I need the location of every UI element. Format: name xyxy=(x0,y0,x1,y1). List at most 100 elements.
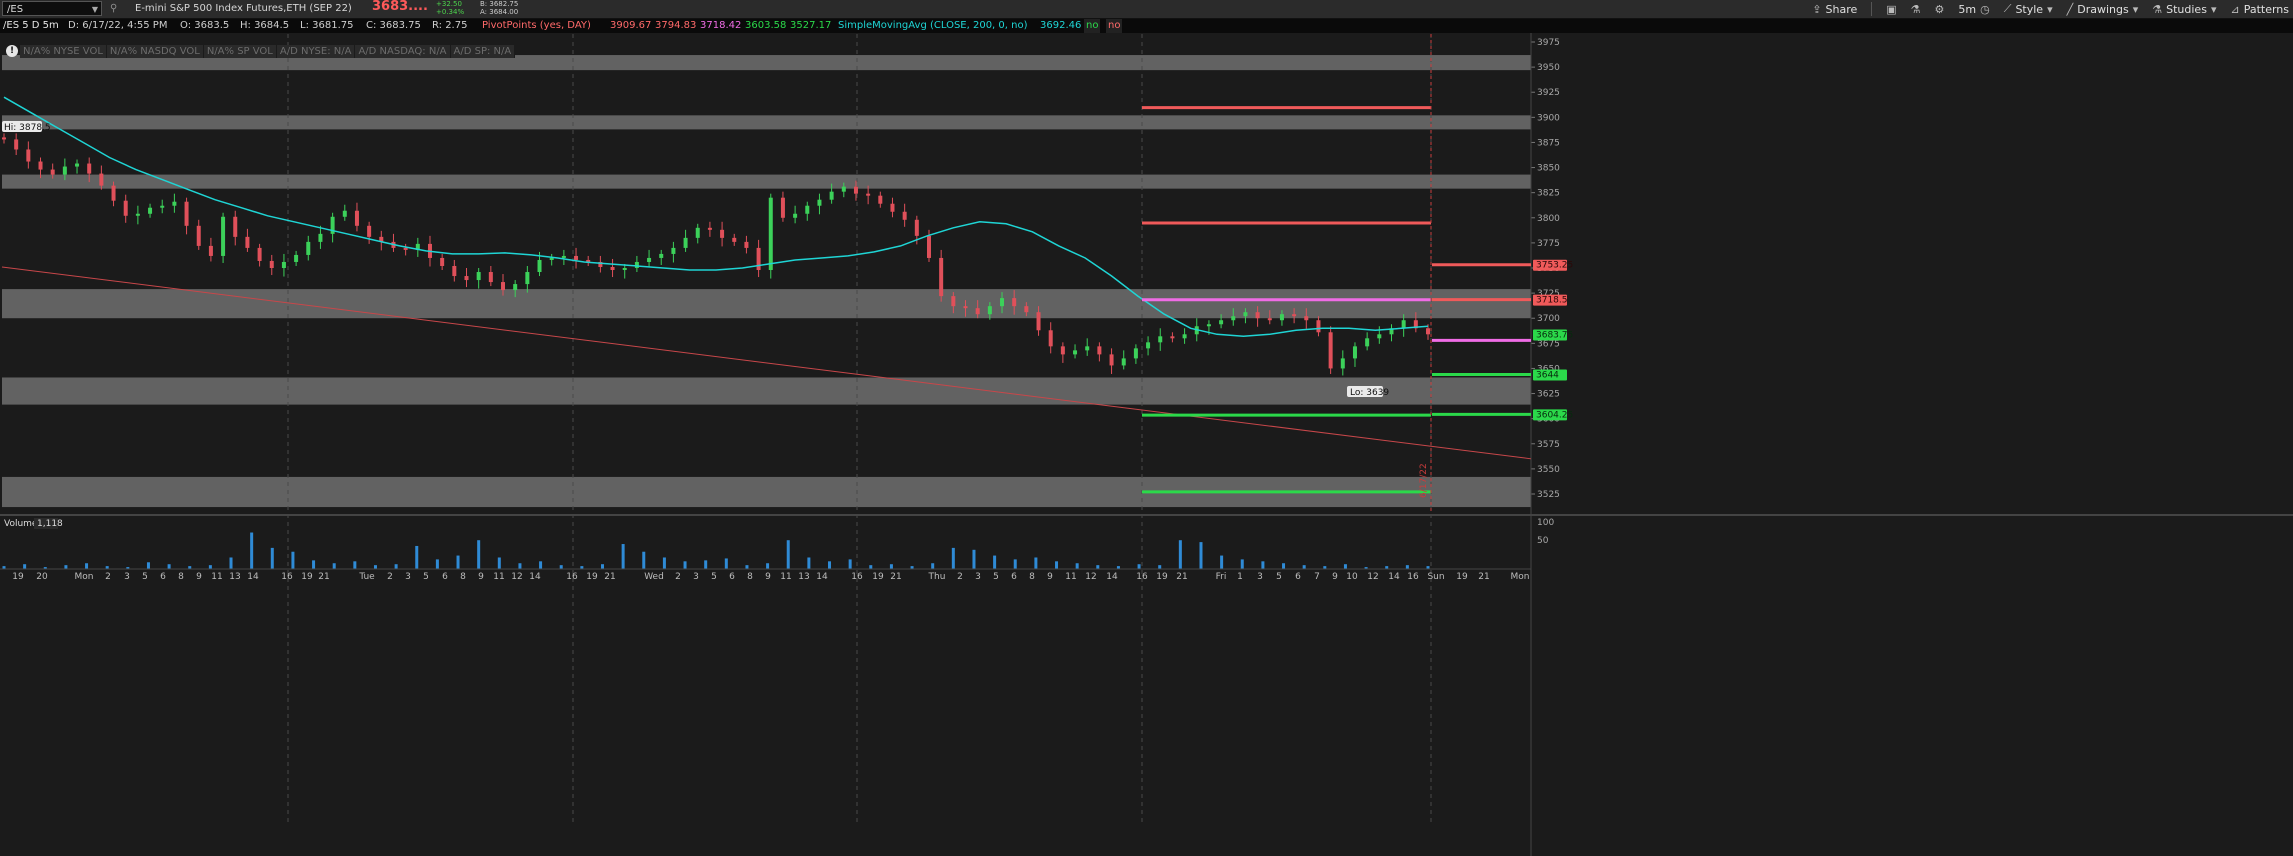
volume-bar xyxy=(1199,542,1203,569)
studies-button[interactable]: ⚗ Studies ▾ xyxy=(2152,3,2216,16)
candle-body xyxy=(257,247,262,261)
volume-bar xyxy=(146,562,150,569)
support-resistance-zone xyxy=(2,174,1531,189)
style-icon: ⟋ xyxy=(2003,2,2012,15)
layout-button[interactable]: ▣ xyxy=(1886,3,1896,16)
x-axis-tick-label: 9 xyxy=(1332,572,1338,582)
candle-body xyxy=(2,137,6,140)
x-axis-tick-label: 8 xyxy=(747,572,753,582)
x-axis-tick-label: 11 xyxy=(780,572,791,582)
hi-label: Hi: 3878.5 xyxy=(4,123,51,133)
x-axis-tick-label: 13 xyxy=(798,572,809,582)
volume-bar xyxy=(539,561,543,569)
volume-bar xyxy=(766,563,770,569)
candle-body xyxy=(1292,314,1297,317)
x-axis-tick-label: 21 xyxy=(1478,572,1489,582)
candle-body xyxy=(1133,348,1138,359)
style-button[interactable]: ⟋ Style ▾ xyxy=(2004,2,2053,16)
x-axis-tick-label: 2 xyxy=(675,572,681,582)
alert-icon[interactable]: ! xyxy=(6,45,18,57)
volume-bar xyxy=(1343,564,1347,569)
candle-body xyxy=(111,185,116,201)
candle-body xyxy=(647,257,652,262)
bar-high: H: 3684.5 xyxy=(240,20,290,31)
flask-button[interactable]: ⚗ xyxy=(1911,3,1921,16)
x-axis-tick-label: 9 xyxy=(1047,572,1053,582)
volume-bar xyxy=(807,557,811,569)
candle-body xyxy=(1340,358,1345,369)
candle-body xyxy=(1085,346,1090,351)
bid-ask: B: 3682.75 A: 3684.00 xyxy=(480,0,518,16)
candle-body xyxy=(233,216,238,237)
x-axis-tick-label: 6 xyxy=(1295,572,1301,582)
x-axis-tick-label: Thu xyxy=(928,572,946,582)
chart-info-strip: /ES 5 D 5m D: 6/17/22, 4:55 PM O: 3683.5… xyxy=(0,19,2293,33)
candle-body xyxy=(574,255,579,260)
candle-body xyxy=(75,163,80,167)
price-chart[interactable]: 3525355035753600362536503675370037253750… xyxy=(0,33,2293,856)
x-axis-tick-label: 9 xyxy=(765,572,771,582)
pivot-study-label[interactable]: PivotPoints (yes, DAY) xyxy=(482,19,591,33)
x-axis-tick-label: 14 xyxy=(247,572,259,582)
candle-body xyxy=(768,197,773,271)
volume-bar xyxy=(931,563,935,569)
volume-bar xyxy=(972,549,976,569)
volume-bar xyxy=(1220,555,1224,569)
volume-bar xyxy=(704,560,708,569)
volume-bar xyxy=(208,565,212,569)
patterns-button[interactable]: ⊿ Patterns xyxy=(2230,3,2289,16)
candle-body xyxy=(963,306,968,309)
share-icon: ⇪ xyxy=(1812,2,1822,16)
candle-body xyxy=(294,254,299,262)
settings-button[interactable]: ⚙ xyxy=(1935,3,1945,16)
volume-bar xyxy=(951,547,955,569)
candle-body xyxy=(853,186,858,194)
lo-label: Lo: 3639 xyxy=(1350,388,1389,398)
share-button[interactable]: ⇪ Share xyxy=(1812,3,1857,16)
candle-body xyxy=(610,266,615,271)
volume-bar xyxy=(394,564,398,569)
breadth-nasdq-vol: N/A% NASDQ VOL xyxy=(106,45,204,58)
volume-bar xyxy=(332,563,336,569)
x-axis-tick-label: 5 xyxy=(423,572,429,582)
x-axis-tick-label: 20 xyxy=(36,572,48,582)
volume-bar xyxy=(848,559,852,569)
x-axis-tick-label: 16 xyxy=(281,572,293,582)
link-icon[interactable]: ⚲ xyxy=(110,3,117,14)
volume-bar xyxy=(1158,565,1162,569)
candle-body xyxy=(318,233,323,242)
x-axis-tick-label: 21 xyxy=(604,572,615,582)
candle-body xyxy=(99,173,104,186)
volume-bar xyxy=(415,545,419,569)
x-axis-tick-label: 9 xyxy=(196,572,202,582)
support-resistance-zone xyxy=(2,377,1531,405)
candle-body xyxy=(744,241,749,248)
candle-body xyxy=(1036,312,1041,331)
volume-bar xyxy=(1137,564,1141,569)
toolbar: ⇪ Share ▣ ⚗ ⚙ 5m ◷ ⟋ Style ▾ ╱ Drawings … xyxy=(1812,0,2289,18)
pencil-icon: ╱ xyxy=(2066,2,2074,16)
candle-body xyxy=(87,163,92,174)
volume-bar xyxy=(1055,561,1059,569)
net-change-value: +32.50 xyxy=(436,0,462,8)
sma-study-label[interactable]: SimpleMovingAvg (CLOSE, 200, 0, no) xyxy=(838,19,1028,33)
candle-body xyxy=(622,268,627,271)
candle-body xyxy=(184,201,189,226)
candle-body xyxy=(1255,312,1260,319)
y-axis-tick-label: 3925 xyxy=(1537,88,1560,98)
chevron-down-icon[interactable]: ▼ xyxy=(92,2,98,17)
candle-body xyxy=(1243,312,1248,317)
symbol-input[interactable]: /ES ▼ xyxy=(2,1,102,16)
drawings-button[interactable]: ╱ Drawings ▾ xyxy=(2067,3,2139,16)
x-axis-tick-label: 16 xyxy=(1407,572,1419,582)
timeframe-button[interactable]: 5m ◷ xyxy=(1958,3,1989,16)
pivot-s2-value: 3527.17 xyxy=(790,20,832,31)
candle-body xyxy=(123,200,128,216)
candle-body xyxy=(866,193,871,196)
volume-label: Volume xyxy=(4,519,38,529)
y-axis-tick-label: 3950 xyxy=(1537,63,1560,73)
studies-icon: ⚗ xyxy=(2152,2,2163,16)
candle-body xyxy=(1012,298,1017,307)
volume-bar xyxy=(477,540,481,569)
volume-bar xyxy=(435,559,439,569)
